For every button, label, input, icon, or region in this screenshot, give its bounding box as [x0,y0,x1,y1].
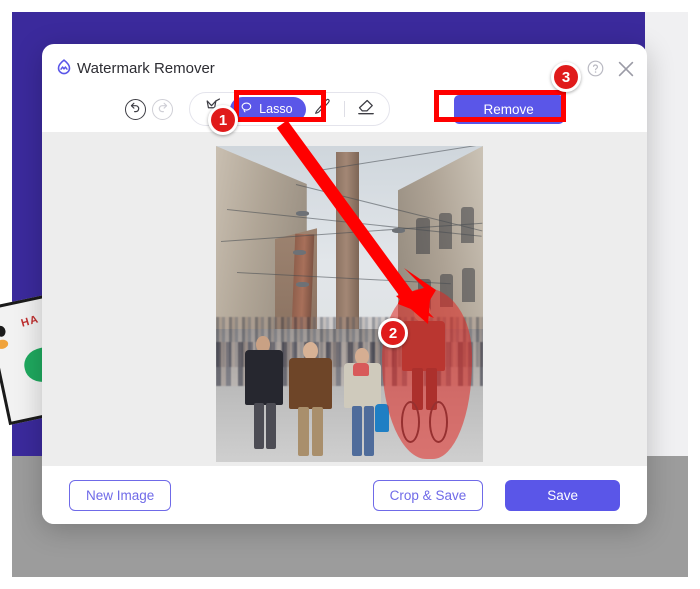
brush-tool-button[interactable] [308,96,338,122]
photo-street-lamp [296,281,310,287]
lasso-tool-button[interactable]: Lasso [230,96,306,122]
modal-footer: New Image Crop & Save Save [42,466,647,524]
tool-group: Lasso [189,92,390,126]
photo-window [416,218,430,255]
undo-arrow-icon [129,100,142,118]
help-circle-icon[interactable] [586,59,605,78]
photo-street-lamp [392,228,406,234]
eraser-icon [356,97,376,122]
editor-canvas[interactable] [42,132,647,466]
redo-button[interactable] [152,98,174,120]
backdrop-light-panel [645,12,688,456]
brush-icon [313,97,332,121]
modal-header: Watermark Remover Lasso Remove [42,44,647,132]
new-image-button[interactable]: New Image [69,479,172,511]
image-preview[interactable] [216,146,483,462]
save-button[interactable]: Save [505,479,620,511]
photo-window [462,268,476,302]
page-root: HA Watermark Remover Lasso Remove New Im… [0,0,700,589]
magic-wand-tool-button[interactable] [198,96,228,122]
redo-arrow-icon [156,100,169,118]
eraser-tool-button[interactable] [351,96,381,122]
editor-toolbar: Lasso Remove [42,88,647,130]
photo-person-woman [341,348,389,456]
lasso-tool-label: Lasso [259,102,293,116]
photo-person-man [285,341,336,456]
lasso-icon [240,101,254,118]
crop-and-save-button[interactable]: Crop & Save [372,479,484,511]
close-icon[interactable] [615,58,637,80]
watermark-remover-modal: Watermark Remover Lasso Remove New Image… [42,44,647,524]
brand: Watermark Remover [54,58,215,78]
toolbar-divider [343,101,345,117]
photo-street-lamp [296,210,310,216]
illustration-eye [0,324,7,338]
watermark-remover-logo-icon [54,58,74,78]
remove-button[interactable]: Remove [453,94,564,124]
illustration-text: HA [19,313,41,330]
footer-actions: Crop & Save Save [372,479,620,511]
illustration-beak [0,338,10,350]
magic-wand-icon [204,97,223,121]
toolbar-inner: Lasso Remove [125,92,564,126]
undo-button[interactable] [125,98,147,120]
page-title: Watermark Remover [77,59,215,77]
photo-person-left [243,335,288,450]
